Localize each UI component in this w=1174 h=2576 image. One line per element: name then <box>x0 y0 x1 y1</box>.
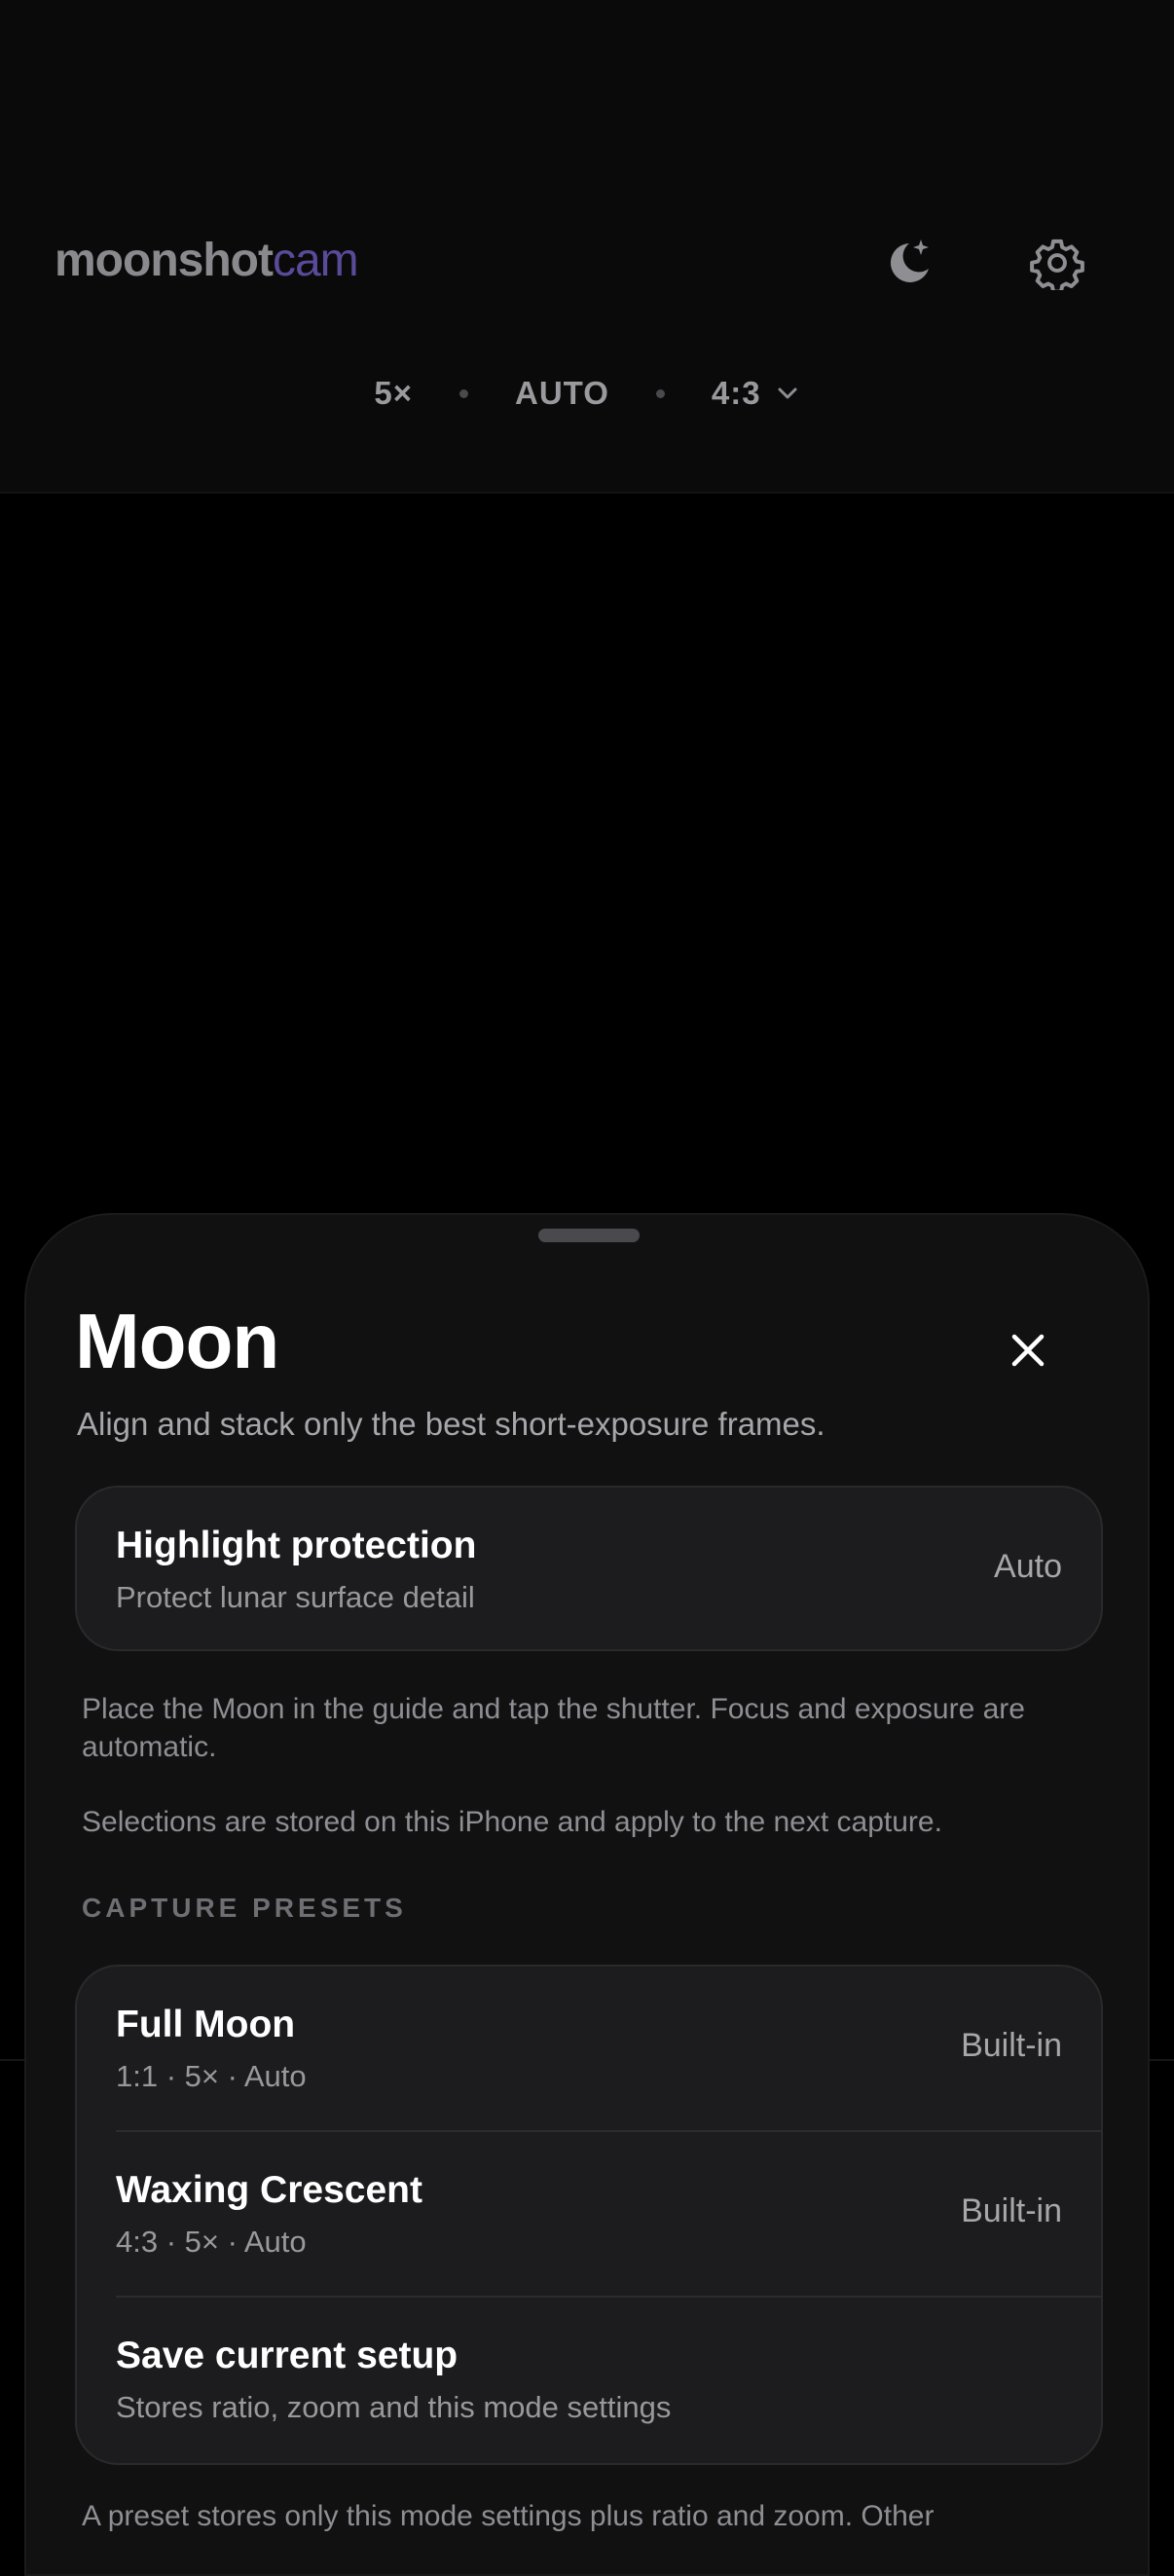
settings-button[interactable] <box>1026 232 1088 294</box>
row-value: Built-in <box>961 2192 1062 2229</box>
ratio-selector[interactable]: 4:3 <box>712 375 800 412</box>
chevron-down-icon <box>778 387 797 399</box>
row-title: Waxing Crescent <box>116 2169 422 2211</box>
brand-primary: moonshot <box>55 235 274 286</box>
highlight-protection-card: Highlight protection Protect lunar surfa… <box>75 1486 1103 1651</box>
ratio-value: 4:3 <box>711 375 761 411</box>
row-description: Protect lunar surface detail <box>116 1580 475 1614</box>
row-value: Auto <box>994 1548 1062 1585</box>
placement-info: Place the Moon in the guide and tap the … <box>82 1693 1025 1763</box>
close-icon <box>1011 1334 1045 1367</box>
mode-sheet: Moon Align and stack only the best short… <box>24 1213 1150 2576</box>
zoom-setting[interactable]: 5× <box>374 375 413 412</box>
row-description: 4:3 · 5× · Auto <box>116 2225 307 2259</box>
preset-full-moon[interactable]: Full Moon 1:1 · 5× · Auto Built-in <box>77 1967 1101 2132</box>
row-description: Stores ratio, zoom and this mode setting… <box>116 2390 672 2424</box>
separator-dot <box>655 388 665 398</box>
highlight-protection-row[interactable]: Highlight protection Protect lunar surfa… <box>77 1488 1101 1649</box>
storage-info: Selections are stored on this iPhone and… <box>82 1806 942 1838</box>
sheet-title: Moon <box>75 1298 279 1384</box>
preset-footnote: A preset stores only this mode settings … <box>82 2500 935 2532</box>
separator-dot <box>459 388 468 398</box>
capture-settings-bar: 5× AUTO 4:3 <box>0 375 1174 412</box>
sheet-grabber[interactable] <box>538 1229 640 1242</box>
top-bar: moonshotcam 5× AUTO 4:3 <box>0 0 1174 494</box>
exposure-setting[interactable]: AUTO <box>515 375 609 412</box>
row-title: Highlight protection <box>116 1525 477 1566</box>
section-label: CAPTURE PRESETS <box>82 1893 407 1923</box>
close-button[interactable] <box>1001 1323 1055 1378</box>
app-logo: moonshotcam <box>55 234 359 287</box>
row-title: Save current setup <box>116 2335 459 2376</box>
moon-stars-icon <box>890 239 929 282</box>
preset-waxing-crescent[interactable]: Waxing Crescent 4:3 · 5× · Auto Built-in <box>77 2132 1101 2298</box>
sheet-subtitle: Align and stack only the best short-expo… <box>77 1406 825 1442</box>
brand-accent: cam <box>272 235 359 286</box>
gear-icon <box>1030 239 1084 290</box>
save-current-setup-row[interactable]: Save current setup Stores ratio, zoom an… <box>77 2298 1101 2463</box>
row-value: Built-in <box>961 2027 1062 2064</box>
row-title: Full Moon <box>116 2004 296 2045</box>
row-description: 1:1 · 5× · Auto <box>116 2059 307 2093</box>
presets-card: Full Moon 1:1 · 5× · Auto Built-in Waxin… <box>75 1965 1103 2465</box>
moon-mode-button[interactable] <box>876 232 938 294</box>
